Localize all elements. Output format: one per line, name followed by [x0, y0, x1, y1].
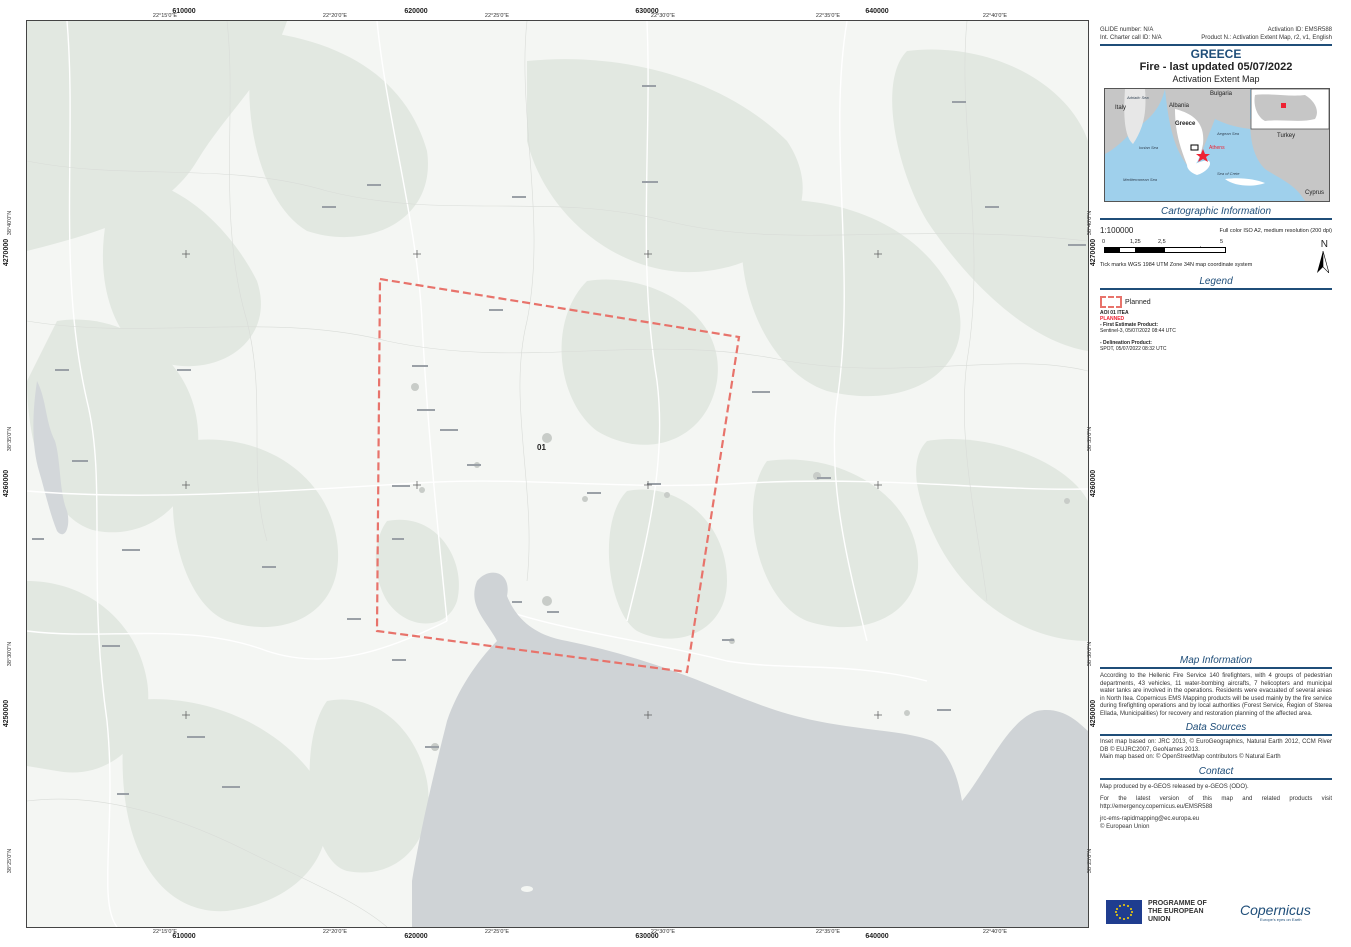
- event-title: Fire - last updated 05/07/2022: [1139, 61, 1293, 73]
- grid-northing-right-0: 4270000: [1089, 238, 1097, 267]
- inset-label-sea-of-crete: Sea of Crete: [1217, 171, 1240, 176]
- latitude-left-3: 38°25'0"N: [7, 848, 14, 874]
- contact-email: jrc-ems-rapidmapping@ec.europa.eu: [1100, 816, 1200, 822]
- latitude-right-1: 38°35'0"N: [1087, 426, 1094, 452]
- inset-label-athens: Athens: [1209, 145, 1225, 151]
- map-type: Activation Extent Map: [1172, 74, 1260, 84]
- latitude-left-2: 38°30'0"N: [7, 641, 14, 667]
- first-estimate-value: Sentinel-3, 05/07/2022 08:44 UTC: [1100, 328, 1176, 334]
- grid-northing-right-2: 4250000: [1089, 699, 1097, 728]
- contact-url-text: For the latest version of this map and r…: [1100, 796, 1332, 810]
- longitude-top-3: 22°30'0"E: [650, 13, 676, 19]
- grid-easting-bot-1: 620000: [404, 933, 428, 940]
- latitude-right-3: 38°25'0"N: [1087, 848, 1094, 874]
- product-number: Product N.: Activation Extent Map, r2, v…: [1201, 35, 1332, 41]
- longitude-bot-1: 22°20'0"E: [322, 929, 348, 935]
- map-canvas: 01: [27, 21, 1088, 927]
- scale-tick-0: 0: [1102, 239, 1106, 245]
- map-scale: 1:100000: [1100, 226, 1134, 235]
- longitude-top-5: 22°40'0"E: [982, 13, 1008, 19]
- inset-label-aegean-sea: Aegean Sea: [1217, 131, 1240, 136]
- grid-easting-bot-3: 640000: [865, 933, 889, 940]
- country-title: GREECE: [1190, 47, 1242, 61]
- tick-marks-note: Tick marks WGS 1984 UTM Zone 34N map coo…: [1100, 262, 1253, 268]
- grid-northing-left-2: 4250000: [2, 699, 10, 728]
- inset-label-cyprus: Cyprus: [1305, 190, 1325, 196]
- scale-tick-3: 5: [1220, 239, 1224, 245]
- charter-call-id: Int. Charter call ID: N/A: [1100, 35, 1162, 41]
- planned-swatch-icon: [1100, 296, 1122, 308]
- inset-label-bulgaria: Bulgaria: [1210, 91, 1233, 97]
- data-sources-text-main: Main map based on: © OpenStreetMap contr…: [1100, 754, 1281, 760]
- scale-tick-1: 1,25: [1130, 239, 1141, 245]
- inset-label-albania: Albania: [1169, 103, 1190, 109]
- longitude-top-2: 22°25'0"E: [484, 13, 510, 19]
- scale-tick-2: 2,5: [1158, 239, 1166, 245]
- longitude-bot-3: 22°30'0"E: [650, 929, 676, 935]
- aoi-label: 01: [537, 443, 546, 452]
- longitude-top-1: 22°20'0"E: [322, 13, 348, 19]
- inset-label-adriatic-sea: Adriatic Sea: [1127, 95, 1149, 100]
- longitude-bot-4: 22°35'0"E: [815, 929, 841, 935]
- latitude-right-0: 38°40'0"N: [1087, 210, 1094, 236]
- data-sources-title: Data Sources: [1100, 722, 1332, 736]
- longitude-bot-5: 22°40'0"E: [982, 929, 1008, 935]
- longitude-top-4: 22°35'0"E: [815, 13, 841, 19]
- inset-label-italy: Italy: [1115, 105, 1127, 111]
- north-arrow-icon: [1317, 251, 1329, 273]
- grid-northing-left-0: 4270000: [2, 238, 10, 267]
- legend-planned-label: Planned: [1125, 298, 1151, 306]
- cartographic-title: Cartographic Information: [1100, 206, 1332, 220]
- grid-northing-right-1: 4260000: [1089, 469, 1097, 498]
- latitude-left-1: 38°35'0"N: [7, 426, 14, 452]
- longitude-bot-0: 22°15'0"E: [152, 929, 178, 935]
- eu-programme-label: PROGRAMME OF THE EUROPEAN UNION: [1148, 900, 1207, 923]
- grid-easting-top-3: 640000: [865, 8, 889, 15]
- grid-northing-left-1: 4260000: [2, 469, 10, 498]
- inset-map: Bulgaria Albania Italy Greece Turkey Ath…: [1104, 88, 1330, 202]
- eu-flag-icon: [1106, 900, 1142, 924]
- grid-easting-top-1: 620000: [404, 8, 428, 15]
- map-information-text: According to the Hellenic Fire Service 1…: [1100, 673, 1332, 717]
- latitude-right-2: 38°30'0"N: [1087, 641, 1094, 667]
- print-resolution: Full color ISO A2, medium resolution (20…: [1219, 227, 1333, 234]
- inset-label-turkey: Turkey: [1277, 133, 1296, 139]
- contact-title: Contact: [1100, 766, 1332, 780]
- inset-label-greece: Greece: [1175, 121, 1196, 127]
- latitude-left-0: 38°40'0"N: [7, 210, 14, 236]
- data-sources-text: Inset map based on: JRC 2013, © EuroGeog…: [1100, 739, 1332, 753]
- main-map[interactable]: 01: [26, 20, 1089, 928]
- inset-label-mediterranean-sea: Mediterranean Sea: [1123, 177, 1158, 182]
- copernicus-wordmark: Copernicus: [1240, 901, 1311, 918]
- footer-logos: PROGRAMME OF THE EUROPEAN UNION Copernic…: [1106, 900, 1332, 924]
- contact-copyright: © European Union: [1100, 823, 1150, 830]
- longitude-bot-2: 22°25'0"E: [484, 929, 510, 935]
- scale-bar: 0 1,25 2,5 5 km N: [1100, 239, 1332, 273]
- north-label: N: [1320, 239, 1328, 250]
- map-information-title: Map Information: [1100, 655, 1332, 669]
- delineation-value: SPOT, 05/07/2022 08:32 UTC: [1100, 346, 1167, 352]
- info-panel: GLIDE number: N/A Activation ID: EMSR588…: [1100, 20, 1332, 926]
- copernicus-tagline: Europe's eyes on Earth: [1260, 916, 1302, 922]
- inset-label-ionian-sea: Ionian Sea: [1139, 145, 1159, 150]
- longitude-top-0: 22°15'0"E: [152, 13, 178, 19]
- legend-item-planned: Planned: [1100, 296, 1332, 308]
- copernicus-logo: Copernicus Europe's eyes on Earth: [1240, 903, 1311, 922]
- glide-number: GLIDE number: N/A: [1100, 27, 1154, 33]
- legend-title: Legend: [1100, 276, 1332, 290]
- island: [521, 886, 533, 892]
- contact-text: Map produced by e-GEOS released by e-GEO…: [1100, 783, 1249, 790]
- activation-id: Activation ID: EMSR588: [1267, 27, 1332, 33]
